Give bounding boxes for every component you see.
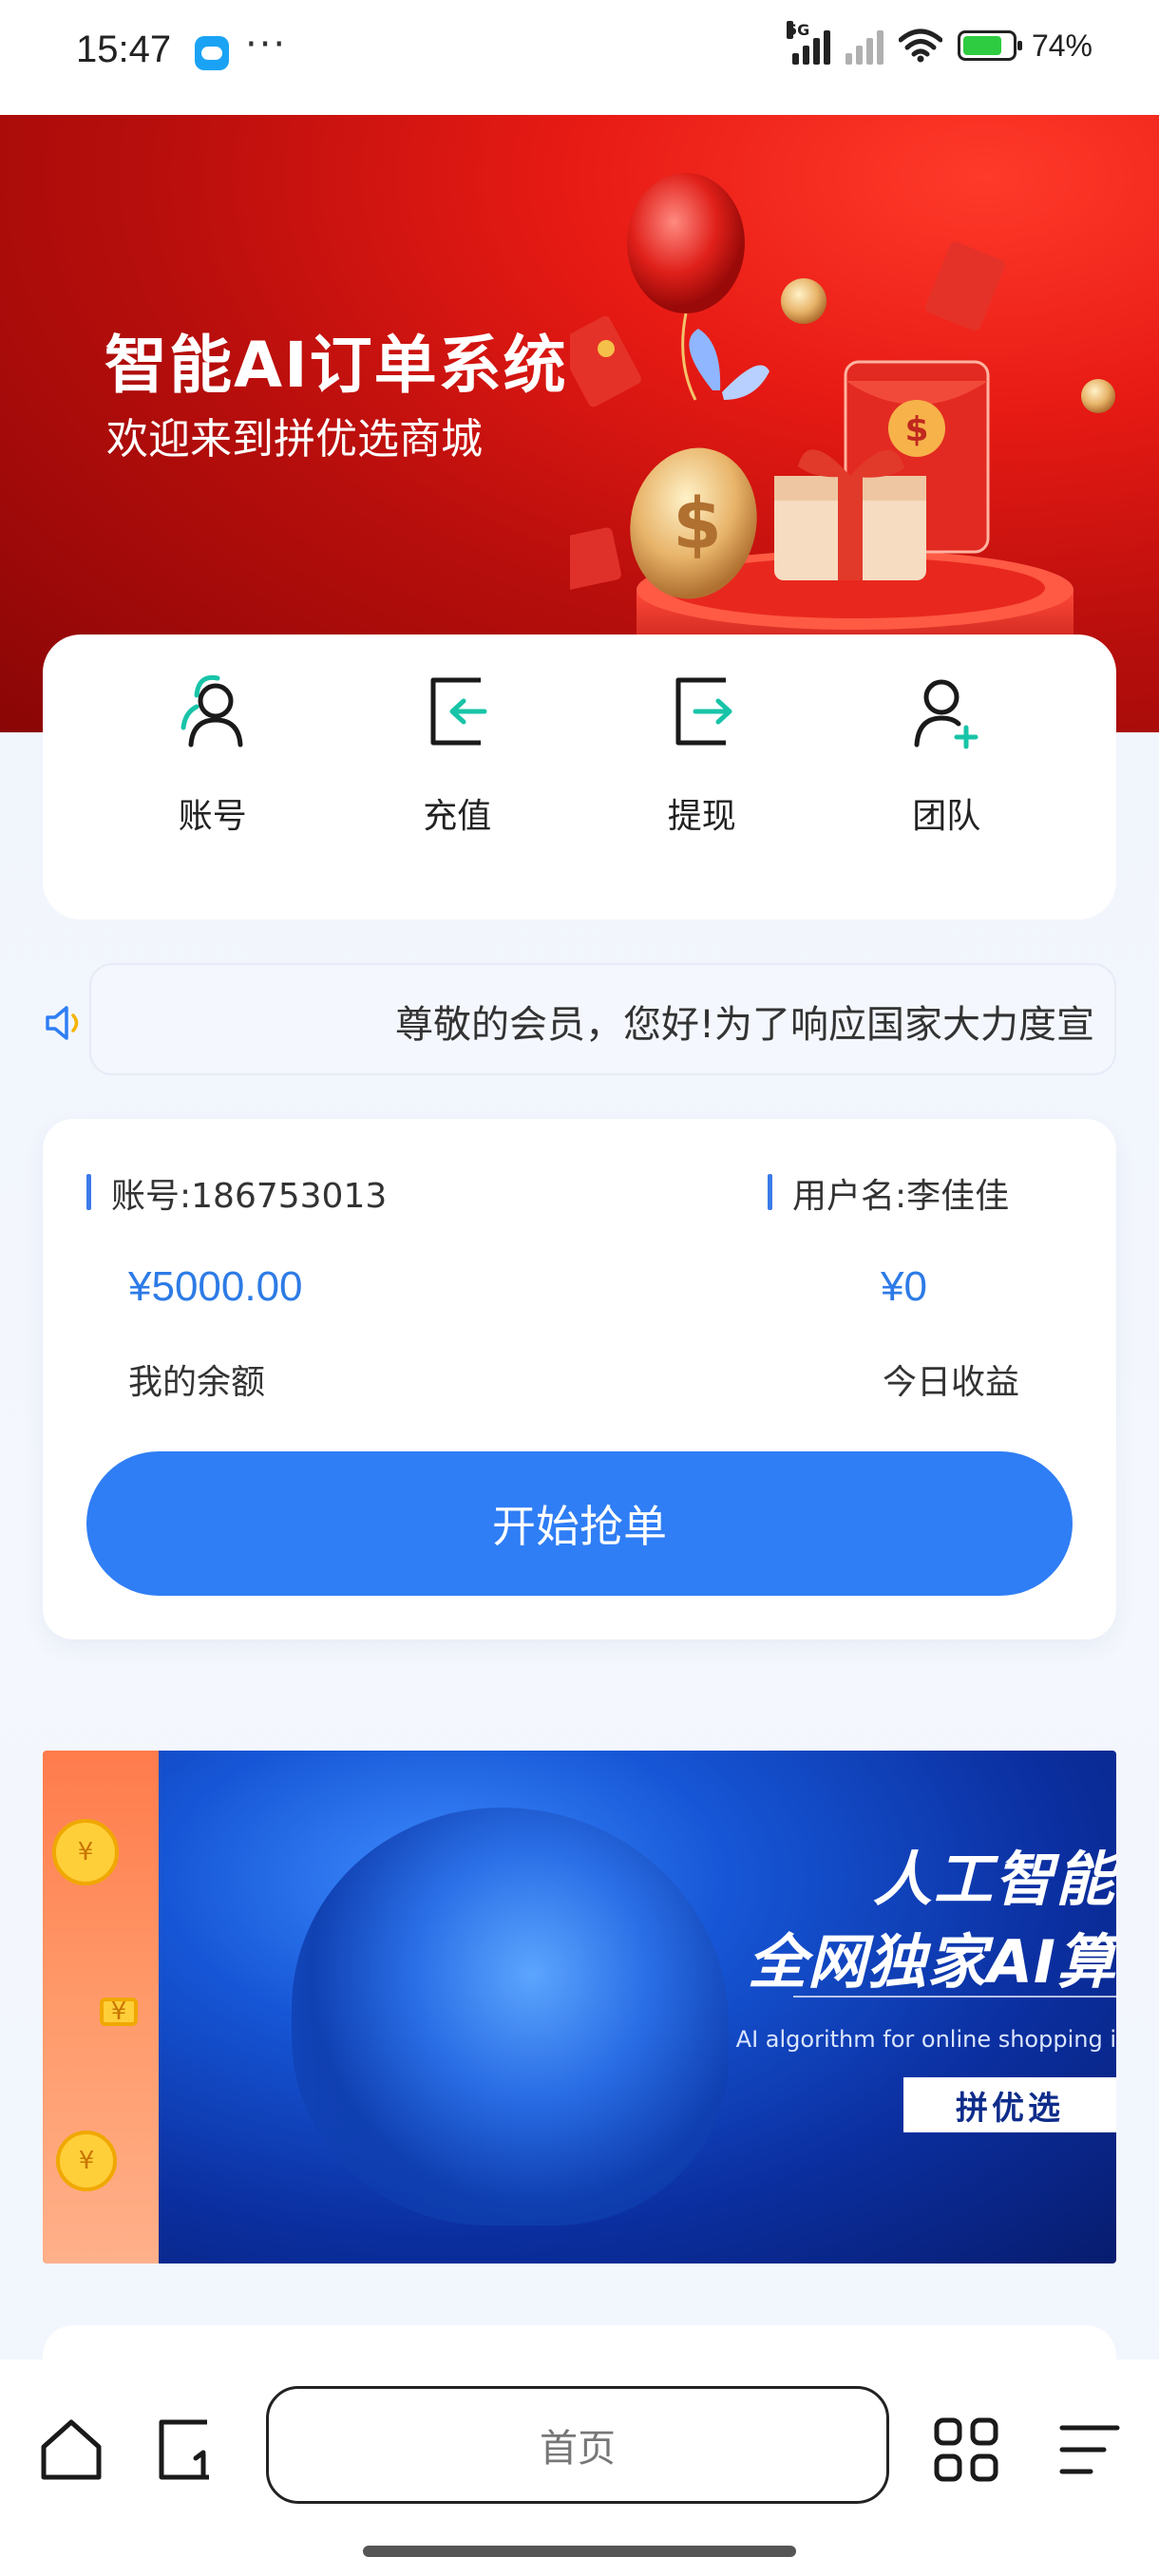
svg-text:$: $	[673, 483, 722, 565]
team-add-icon	[914, 679, 978, 749]
action-recharge-label: 充值	[423, 797, 492, 836]
coin-icon: ¥	[52, 1819, 119, 1885]
promo-subtitle-en: AI algorithm for online shopping i	[735, 2026, 1116, 2053]
more-dots-icon: ···	[245, 23, 288, 66]
promo-main: 人工智能 全网独家AI算 AI algorithm for online sho…	[159, 1751, 1116, 2263]
address-bar[interactable]: 首页	[266, 2386, 889, 2504]
menu-icon[interactable]	[1054, 2415, 1125, 2485]
today-earnings-caption: 今日收益	[883, 1363, 1020, 1402]
account-icon	[180, 674, 243, 748]
action-team[interactable]: 团队	[851, 635, 1041, 919]
account-card: 账号:186753013 用户名:李佳佳 ¥5000.00 ¥0 我的余额 今日…	[43, 1119, 1116, 1639]
cloud-app-icon	[195, 36, 229, 70]
home-icon[interactable]	[36, 2415, 106, 2485]
status-time: 15:47	[76, 28, 172, 70]
signal-sim2-icon	[845, 27, 884, 65]
balance-caption: 我的余额	[128, 1363, 266, 1402]
promo-banner[interactable]: ¥ ¥ ¥ 人工智能 全网独家AI算 AI algorithm for onli…	[43, 1751, 1116, 2263]
action-account[interactable]: 账号	[118, 635, 308, 919]
quick-actions-card: 账号 充值 提现 团队	[43, 635, 1116, 919]
withdraw-icon	[675, 677, 732, 746]
apps-grid-icon[interactable]	[931, 2415, 1001, 2485]
account-number: 账号:186753013	[86, 1168, 387, 1218]
balance-value: ¥5000.00	[128, 1263, 303, 1310]
action-withdraw-label: 提现	[667, 797, 736, 836]
notice-marquee[interactable]: 尊敬的会员，您好!为了响应国家大力度宣	[89, 963, 1116, 1075]
username: 用户名:李佳佳	[768, 1168, 1009, 1218]
tabs-icon[interactable]	[152, 2415, 222, 2485]
recharge-icon	[430, 677, 487, 746]
action-recharge[interactable]: 充值	[362, 635, 552, 919]
coin-icon: ¥	[100, 1998, 138, 2026]
action-withdraw[interactable]: 提现	[607, 635, 797, 919]
browser-bottom-bar: 首页	[0, 2359, 1159, 2576]
status-indicators: 5G 74%	[786, 21, 1092, 65]
battery-icon	[957, 30, 1022, 61]
speaker-icon	[46, 1006, 79, 1040]
action-team-label: 团队	[912, 797, 981, 836]
battery-percent: 74%	[1031, 28, 1092, 63]
promo-side-strip: ¥ ¥ ¥	[43, 1751, 159, 2263]
promo-title-line2: 全网独家AI算	[747, 1927, 1116, 1997]
hero-subtitle: 欢迎来到拼优选商城	[106, 415, 483, 464]
hero-title: 智能AI订单系统	[104, 329, 568, 402]
network-tag: 5G	[786, 21, 810, 39]
status-bar: 15:47 ··· 5G 74%	[0, 0, 1159, 115]
promo-title-line1: 人工智能	[872, 1845, 1116, 1914]
svg-text:$: $	[904, 410, 928, 449]
wifi-icon	[898, 28, 942, 63]
start-grab-order-button[interactable]: 开始抢单	[86, 1451, 1073, 1596]
ai-face-illustration	[292, 1808, 729, 2226]
signal-5g-icon: 5G	[786, 21, 830, 65]
promo-divider	[793, 1996, 1116, 1998]
today-earnings-value: ¥0	[881, 1263, 927, 1310]
home-indicator[interactable]	[363, 2546, 796, 2557]
notice-text: 尊敬的会员，您好!为了响应国家大力度宣	[395, 1003, 1095, 1047]
coin-icon: ¥	[56, 2131, 117, 2191]
action-account-label: 账号	[178, 797, 247, 836]
promo-brand-tag: 拼优选	[903, 2077, 1116, 2132]
screen: 15:47 ··· 5G 74% $ $ 智能AI订单系统 欢迎来到拼优选商城 …	[0, 0, 1159, 2576]
